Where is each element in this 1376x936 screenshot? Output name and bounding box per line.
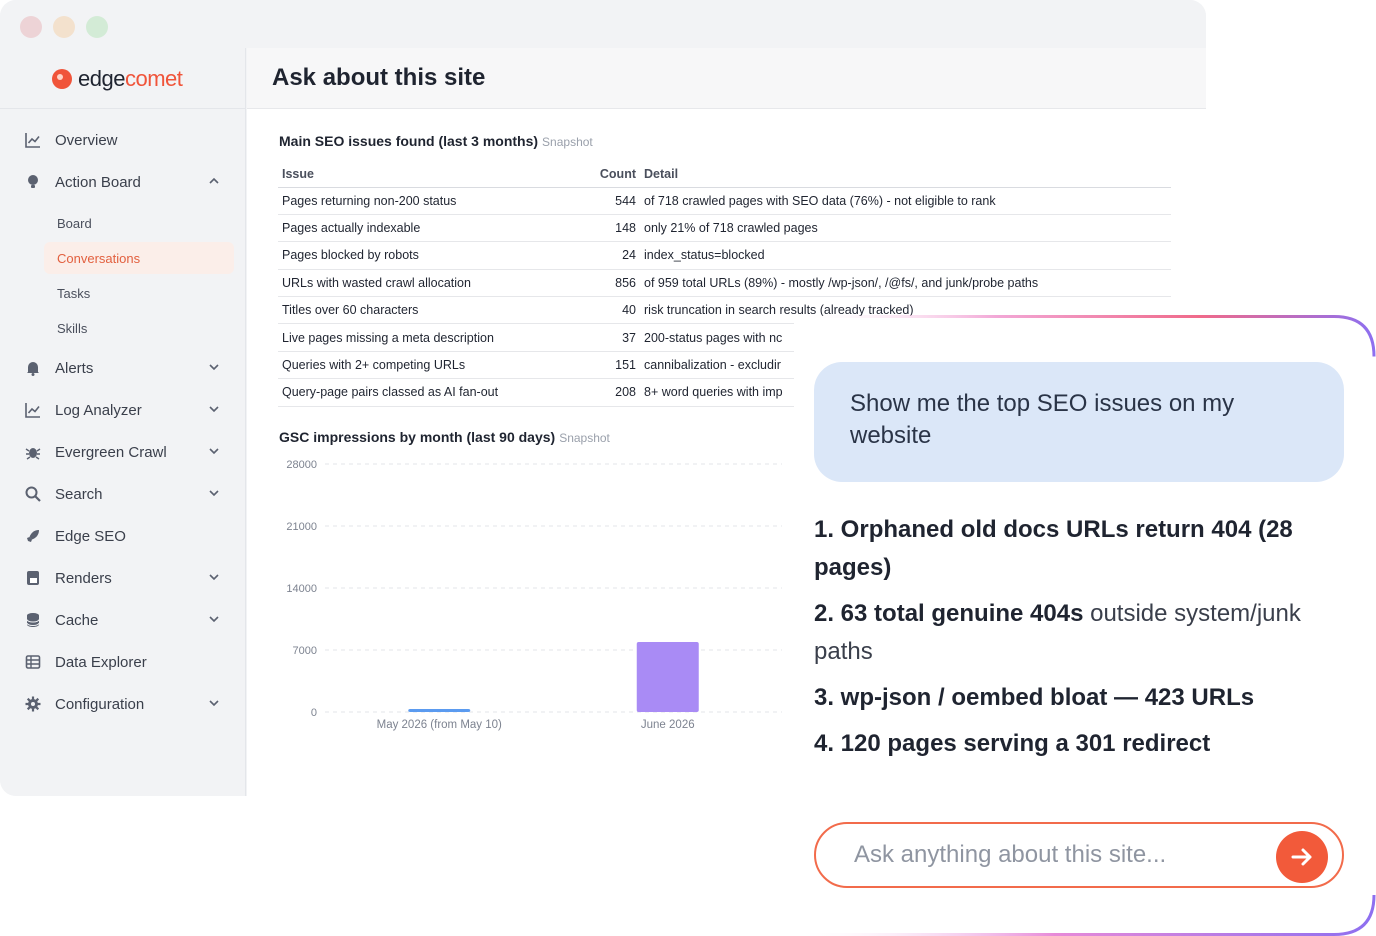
database-icon [24, 611, 42, 629]
user-message-bubble: Show me the top SEO issues on my website [814, 362, 1344, 482]
sidebar: edgecomet Overview Action Board Board Co… [0, 48, 246, 796]
sidebar-item-label: Renders [55, 569, 112, 587]
sidebar-item-label: Alerts [55, 359, 94, 377]
chevron-up-icon[interactable] [208, 175, 220, 187]
rocket-icon [24, 527, 42, 545]
chevron-down-icon[interactable] [208, 697, 220, 709]
sidebar-item-label: Configuration [55, 695, 145, 713]
x-tick-label: May 2026 (from May 10) [377, 719, 502, 731]
bar[interactable] [636, 642, 699, 712]
table-icon [24, 653, 42, 671]
chevron-down-icon[interactable] [208, 445, 220, 457]
ask-input[interactable] [854, 840, 1254, 870]
sidebar-item-edge-seo[interactable]: Edge SEO [24, 521, 224, 551]
sidebar-item-search[interactable]: Search [24, 479, 224, 509]
y-tick-label: 0 [311, 707, 317, 719]
sidebar-item-label: Edge SEO [55, 527, 126, 545]
chat-panel: Show me the top SEO issues on my website… [794, 315, 1376, 936]
title-bar [0, 0, 1206, 48]
answer-item-bold: 2. 63 total genuine 404s [814, 600, 1084, 627]
sidebar-item-renders[interactable]: Renders [24, 563, 224, 593]
line-chart-icon [24, 401, 42, 419]
send-button[interactable] [1276, 831, 1328, 883]
sidebar-item-data-explorer[interactable]: Data Explorer [24, 647, 224, 677]
sidebar-item-label: Action Board [55, 173, 141, 191]
bug-icon [24, 443, 42, 461]
chevron-down-icon[interactable] [208, 613, 220, 625]
sidebar-item-label: Evergreen Crawl [55, 443, 167, 461]
gear-icon [24, 695, 42, 713]
sidebar-item-label: Overview [55, 131, 118, 149]
answer-item-bold: 1. Orphaned old docs URLs return 404 (28… [814, 516, 1293, 581]
logo-mark-icon [52, 69, 72, 89]
line-chart-icon [24, 131, 42, 149]
sidebar-item-label: Cache [55, 611, 99, 629]
lightbulb-icon [24, 173, 42, 191]
js-file-icon [24, 569, 42, 587]
sidebar-item-log-analyzer[interactable]: Log Analyzer [24, 395, 224, 425]
chevron-down-icon[interactable] [208, 403, 220, 415]
close-window-button[interactable] [20, 16, 42, 38]
sidebar-item-label: Data Explorer [55, 653, 147, 671]
y-tick-label: 28000 [286, 459, 317, 471]
sidebar-item-action-board[interactable]: Action Board [24, 167, 224, 197]
search-icon [24, 485, 42, 503]
logo[interactable]: edgecomet [52, 66, 183, 92]
sidebar-subitem-conversations[interactable]: Conversations [44, 242, 234, 274]
answer-item: 2. 63 total genuine 404s outside system/… [814, 595, 1344, 671]
arrow-right-icon [1291, 848, 1312, 866]
sidebar-item-configuration[interactable]: Configuration [24, 689, 224, 719]
sidebar-item-label: Log Analyzer [55, 401, 142, 419]
x-tick-label: June 2026 [641, 719, 695, 731]
ask-input-container [814, 822, 1344, 888]
sidebar-subitem-board[interactable]: Board [44, 207, 234, 239]
assistant-answer: 1. Orphaned old docs URLs return 404 (28… [814, 511, 1344, 771]
sidebar-subitem-tasks[interactable]: Tasks [44, 277, 234, 309]
sidebar-item-label: Search [55, 485, 103, 503]
sidebar-item-evergreen-crawl[interactable]: Evergreen Crawl [24, 437, 224, 467]
answer-item: 1. Orphaned old docs URLs return 404 (28… [814, 511, 1344, 587]
sidebar-item-alerts[interactable]: Alerts [24, 353, 224, 383]
bar[interactable] [408, 709, 471, 712]
sidebar-item-overview[interactable]: Overview [24, 125, 224, 155]
y-tick-label: 14000 [286, 583, 317, 595]
maximize-window-button[interactable] [86, 16, 108, 38]
chevron-down-icon[interactable] [208, 361, 220, 373]
y-tick-label: 7000 [293, 645, 317, 657]
y-tick-label: 21000 [286, 521, 317, 533]
sidebar-subitem-skills[interactable]: Skills [44, 312, 234, 344]
minimize-window-button[interactable] [53, 16, 75, 38]
bell-icon [24, 359, 42, 377]
logo-text: edgecomet [78, 66, 183, 91]
answer-item: 3. wp-json / oembed bloat — 423 URLs [814, 679, 1344, 717]
answer-item-bold: 4. 120 pages serving a 301 redirect [814, 730, 1211, 757]
sidebar-divider [0, 108, 246, 109]
impressions-bar-chart: 0 7000 14000 21000 28000 May 2026 (from May 1… [286, 459, 782, 731]
chevron-down-icon[interactable] [208, 571, 220, 583]
answer-item-bold: 3. wp-json / oembed bloat — 423 URLs [814, 684, 1255, 711]
answer-item: 4. 120 pages serving a 301 redirect [814, 725, 1344, 763]
chevron-down-icon[interactable] [208, 487, 220, 499]
sidebar-item-cache[interactable]: Cache [24, 605, 224, 635]
